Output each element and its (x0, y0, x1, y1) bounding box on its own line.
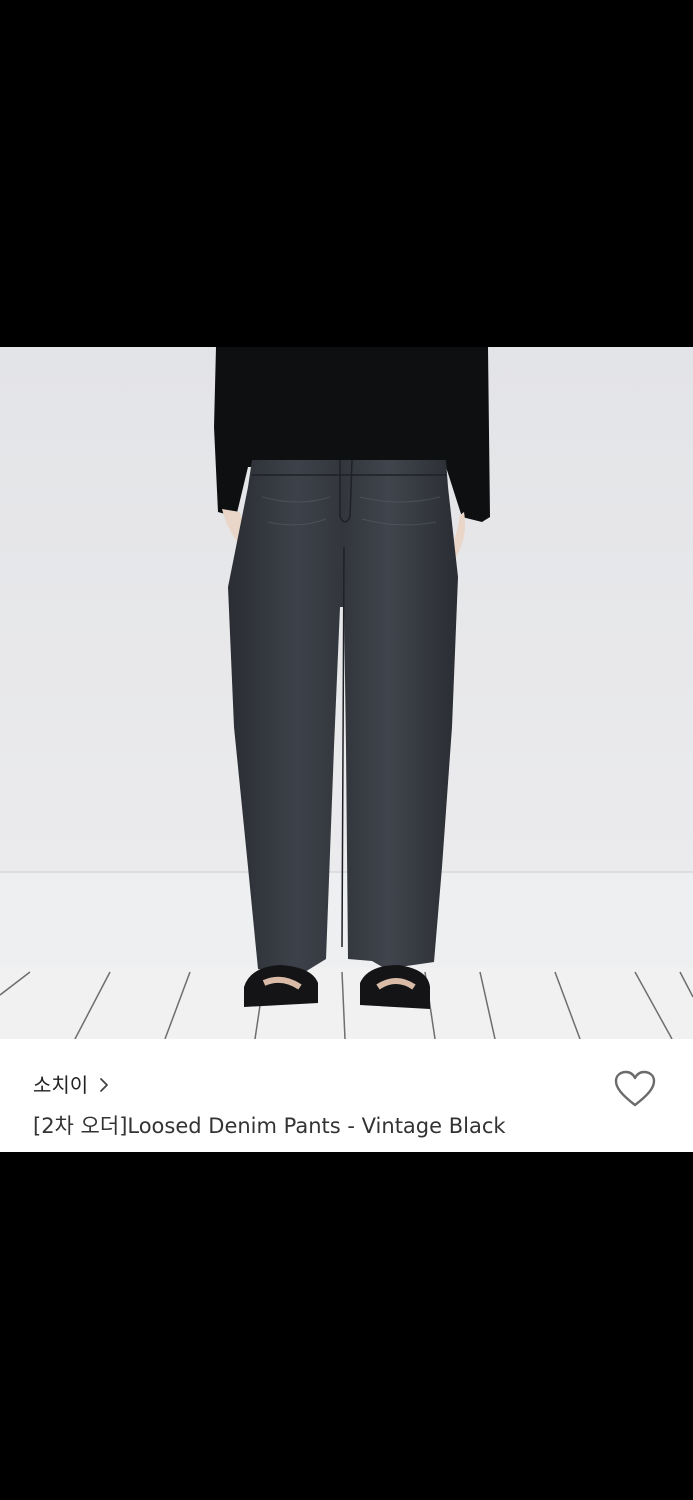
heart-outline-icon (614, 1070, 656, 1112)
brand-link[interactable]: 소치이 (33, 1071, 110, 1099)
product-title: [2차 오더]Loosed Denim Pants - Vintage Blac… (33, 1114, 506, 1138)
top-letterbox (0, 0, 693, 347)
bottom-letterbox (0, 1152, 693, 1500)
wishlist-button[interactable] (612, 1069, 658, 1113)
product-image[interactable] (0, 347, 693, 1039)
chevron-right-icon (98, 1077, 110, 1093)
brand-name: 소치이 (33, 1073, 89, 1097)
product-photo-illustration (0, 347, 693, 1039)
product-info-panel: 소치이 [2차 오더]Loosed Denim Pants - Vintage … (0, 1039, 693, 1152)
